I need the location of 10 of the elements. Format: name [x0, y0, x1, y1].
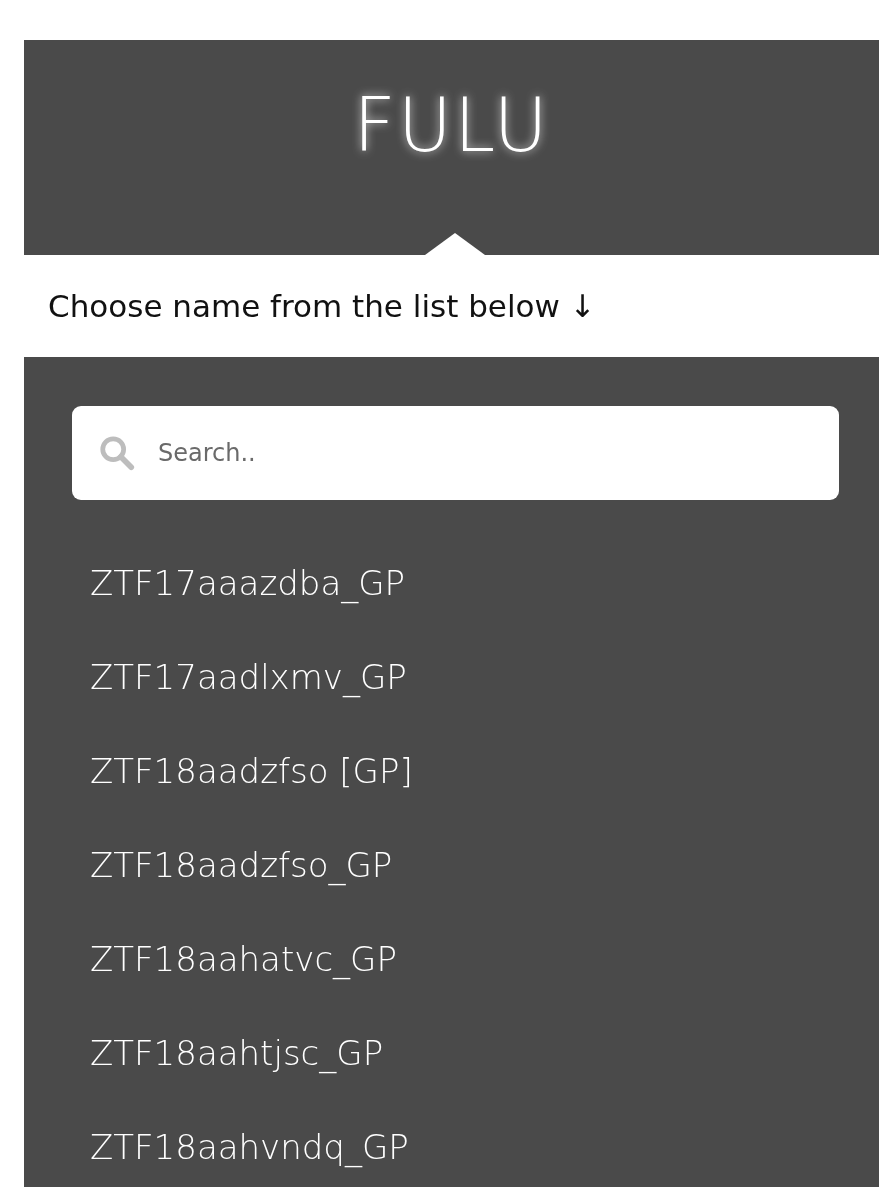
name-list-item[interactable]: ZTF18aahvndq_GP	[90, 1124, 409, 1170]
logo: FULU	[353, 81, 550, 170]
name-list-item[interactable]: ZTF18aahtjsc_GP	[90, 1030, 384, 1076]
name-list-item[interactable]: ZTF17aaazdba_GP	[90, 560, 406, 606]
prompt-text: Choose name from the list below ↓	[48, 288, 596, 324]
name-list-item[interactable]: ZTF18aahatvc_GP	[90, 936, 397, 982]
search-field[interactable]: Search..	[72, 406, 839, 500]
name-list-item[interactable]: ZTF18aadzfso_GP	[90, 842, 393, 888]
name-list-item[interactable]: ZTF17aadlxmv_GP	[90, 654, 407, 700]
name-list-item[interactable]: ZTF18aadzfso [GP]	[90, 748, 413, 794]
